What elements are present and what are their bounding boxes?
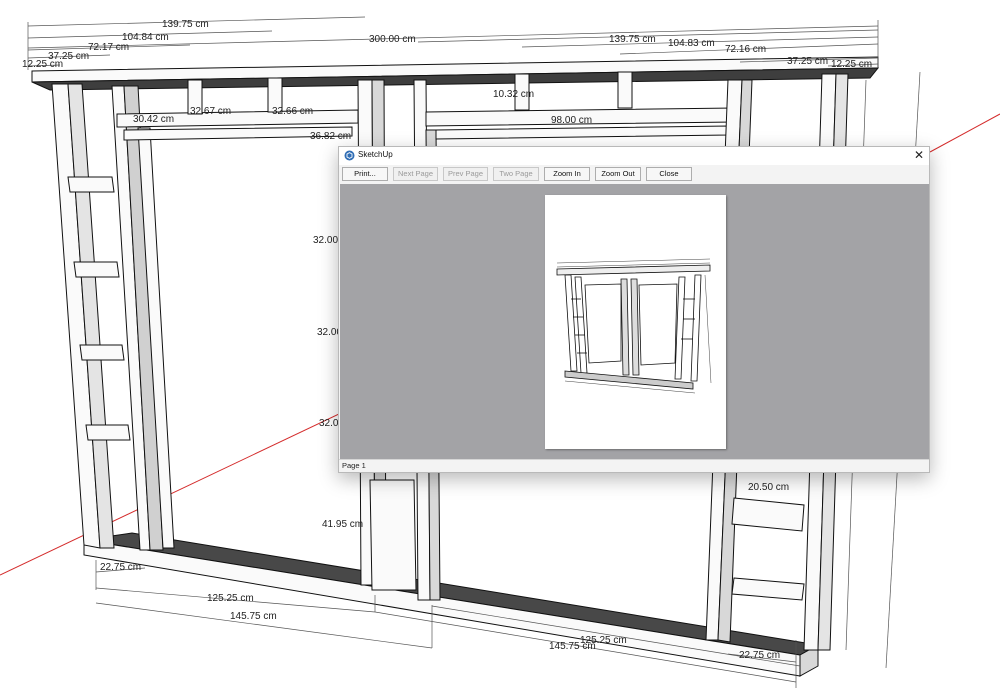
dim-10-32: 10.32 cm — [493, 89, 534, 100]
bottom-plate-face — [83, 539, 801, 677]
prev-page-button[interactable]: Prev Page — [443, 167, 488, 181]
dialog-title: SketchUp — [358, 150, 393, 159]
dim-32-67: 32.67 cm — [190, 106, 231, 117]
dim-bottom-22-75-right: 22.75 cm — [739, 650, 780, 661]
right-bay-block-lower — [731, 577, 805, 601]
right-bay-block — [731, 497, 805, 532]
dim-32-0: 32.0 — [319, 418, 339, 429]
dim-top-139-75-right: 139.75 cm — [609, 34, 656, 45]
dim-bottom-145-75-right: 145.75 cm — [549, 641, 596, 652]
dim-32-66: 32.66 cm — [272, 106, 313, 117]
zoom-out-button[interactable]: Zoom Out — [595, 167, 641, 181]
page-indicator: Page 1 — [342, 461, 366, 470]
next-page-button[interactable]: Next Page — [393, 167, 438, 181]
sketchup-icon — [344, 150, 355, 161]
right-header-low — [435, 125, 729, 140]
zoom-in-button[interactable]: Zoom In — [544, 167, 590, 181]
dim-top-72-17: 72.17 cm — [88, 42, 129, 53]
dim-top-37-25-right: 37.25 cm — [787, 56, 828, 67]
close-button[interactable]: Close — [646, 167, 692, 181]
dim-32-00-a: 32.00 — [313, 235, 338, 246]
dim-bottom-145-75-left: 145.75 cm — [230, 611, 277, 622]
dim-top-12-25-right: 12.25 cm — [831, 59, 872, 70]
dim-bottom-125-25-left: 125.25 cm — [207, 593, 254, 604]
bottom-dimension-lines — [95, 560, 801, 688]
dim-98-00: 98.00 cm — [551, 115, 592, 126]
page-drawing-thumbnail — [556, 258, 712, 394]
mid-stud-bottom — [369, 479, 417, 591]
dim-36-82: 36.82 cm — [310, 131, 351, 142]
dialog-title-bar[interactable]: SketchUp ✕ — [339, 147, 929, 165]
dim-top-139-75-left: 139.75 cm — [162, 19, 209, 30]
dim-top-12-25-left: 12.25 cm — [22, 59, 63, 70]
page-thumbnail — [545, 195, 726, 449]
dim-top-300: 300.00 cm — [369, 34, 416, 45]
preview-toolbar: Print... Next Page Prev Page Two Page Zo… — [339, 165, 929, 183]
print-button[interactable]: Print... — [342, 167, 388, 181]
close-icon[interactable]: ✕ — [914, 148, 924, 162]
preview-area[interactable] — [340, 184, 929, 460]
dim-top-72-16: 72.16 cm — [725, 44, 766, 55]
dim-top-104-83: 104.83 cm — [668, 38, 715, 49]
dim-bottom-22-75-left: 22.75 cm — [100, 562, 141, 573]
status-bar: Page 1 — [339, 459, 929, 472]
two-page-button[interactable]: Two Page — [493, 167, 539, 181]
dim-20-50: 20.50 cm — [748, 482, 789, 493]
red-axis-right — [929, 113, 1000, 153]
print-preview-dialog[interactable]: SketchUp ✕ Print... Next Page Prev Page … — [338, 146, 930, 473]
dim-30-42: 30.42 cm — [133, 114, 174, 125]
dim-41-95: 41.95 cm — [322, 519, 363, 530]
